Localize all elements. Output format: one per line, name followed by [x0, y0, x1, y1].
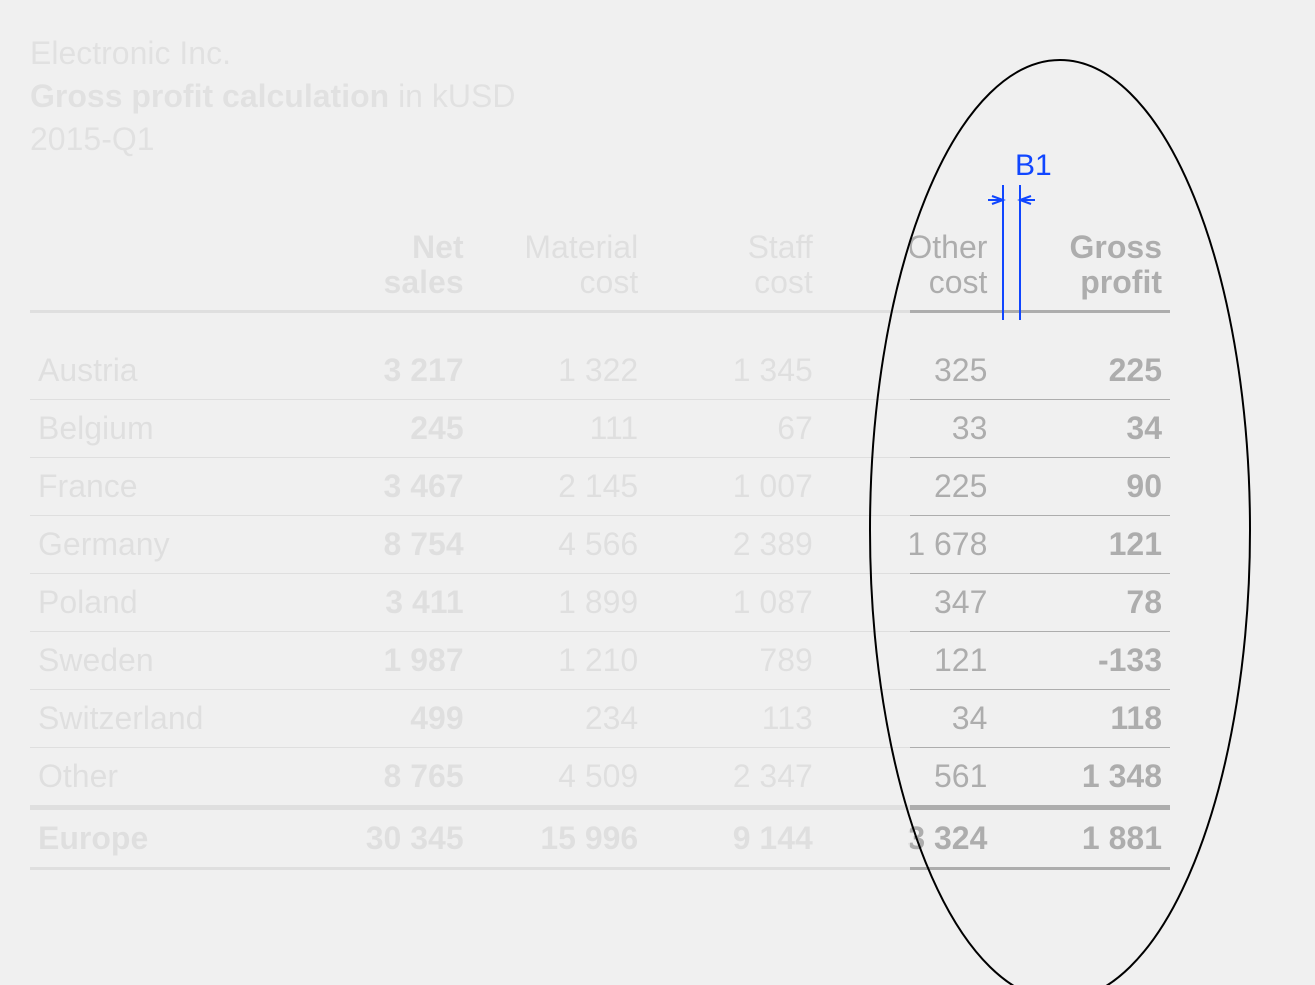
cell-net: 245 [297, 399, 472, 457]
cell-staff: 1 345 [646, 342, 821, 400]
cell-staff: 1 087 [646, 573, 821, 631]
cell-net: 1 987 [297, 631, 472, 689]
cell-net: 8 754 [297, 515, 472, 573]
row-label: Austria [30, 342, 297, 400]
title-block: Electronic Inc. Gross profit calculation… [30, 32, 515, 162]
cell-net: 3 467 [297, 457, 472, 515]
table-row: Belgium 245 111 67 33 34 [30, 399, 1170, 457]
company-name: Electronic Inc. [30, 32, 515, 75]
cell-gp: -133 [995, 631, 1170, 689]
total-staff: 9 144 [646, 807, 821, 868]
header-blank [30, 220, 297, 312]
cell-gp: 78 [995, 573, 1170, 631]
cell-other: 225 [821, 457, 996, 515]
total-mat: 15 996 [472, 807, 647, 868]
cell-gp: 121 [995, 515, 1170, 573]
cell-other: 561 [821, 747, 996, 807]
cell-staff: 2 389 [646, 515, 821, 573]
report-title-unit: in kUSD [389, 78, 515, 114]
profit-table: Netsales Materialcost Staffcost Othercos… [30, 220, 1170, 870]
cell-mat: 111 [472, 399, 647, 457]
row-label: France [30, 457, 297, 515]
header-other-cost: Othercost [821, 220, 996, 312]
row-label: Switzerland [30, 689, 297, 747]
row-label: Belgium [30, 399, 297, 457]
table-row: Other 8 765 4 509 2 347 561 1 348 [30, 747, 1170, 807]
report-period: 2015-Q1 [30, 118, 515, 161]
cell-staff: 1 007 [646, 457, 821, 515]
cell-staff: 113 [646, 689, 821, 747]
cell-mat: 1 322 [472, 342, 647, 400]
cell-staff: 2 347 [646, 747, 821, 807]
cell-other: 33 [821, 399, 996, 457]
cell-other: 34 [821, 689, 996, 747]
table-body: Austria 3 217 1 322 1 345 325 225 Belgiu… [30, 312, 1170, 869]
table-row: France 3 467 2 145 1 007 225 90 [30, 457, 1170, 515]
header-row: Netsales Materialcost Staffcost Othercos… [30, 220, 1170, 312]
cell-mat: 2 145 [472, 457, 647, 515]
page: Electronic Inc. Gross profit calculation… [0, 0, 1315, 985]
cell-net: 8 765 [297, 747, 472, 807]
header-staff-cost: Staffcost [646, 220, 821, 312]
total-label: Europe [30, 807, 297, 868]
row-label: Sweden [30, 631, 297, 689]
annotation-b1-label: B1 [1015, 149, 1052, 182]
total-gp: 1 881 [995, 807, 1170, 868]
cell-other: 347 [821, 573, 996, 631]
row-label: Germany [30, 515, 297, 573]
table-row: Germany 8 754 4 566 2 389 1 678 121 [30, 515, 1170, 573]
table-row: Austria 3 217 1 322 1 345 325 225 [30, 342, 1170, 400]
header-gross-profit: Grossprofit [995, 220, 1170, 312]
cell-mat: 234 [472, 689, 647, 747]
cell-mat: 1 210 [472, 631, 647, 689]
table-row: Poland 3 411 1 899 1 087 347 78 [30, 573, 1170, 631]
cell-gp: 90 [995, 457, 1170, 515]
report-title-bold: Gross profit calculation [30, 78, 389, 114]
cell-staff: 789 [646, 631, 821, 689]
cell-mat: 4 566 [472, 515, 647, 573]
header-material-cost: Materialcost [472, 220, 647, 312]
cell-mat: 4 509 [472, 747, 647, 807]
cell-net: 3 217 [297, 342, 472, 400]
table-row: Sweden 1 987 1 210 789 121 -133 [30, 631, 1170, 689]
cell-net: 499 [297, 689, 472, 747]
cell-mat: 1 899 [472, 573, 647, 631]
total-net: 30 345 [297, 807, 472, 868]
cell-other: 121 [821, 631, 996, 689]
cell-staff: 67 [646, 399, 821, 457]
cell-gp: 34 [995, 399, 1170, 457]
report-title: Gross profit calculation in kUSD [30, 75, 515, 118]
cell-gp: 1 348 [995, 747, 1170, 807]
cell-gp: 118 [995, 689, 1170, 747]
total-other: 3 324 [821, 807, 996, 868]
table-row: Switzerland 499 234 113 34 118 [30, 689, 1170, 747]
cell-net: 3 411 [297, 573, 472, 631]
row-label: Other [30, 747, 297, 807]
cell-gp: 225 [995, 342, 1170, 400]
cell-other: 1 678 [821, 515, 996, 573]
header-net-sales: Netsales [297, 220, 472, 312]
table-total-row: Europe 30 345 15 996 9 144 3 324 1 881 [30, 807, 1170, 868]
cell-other: 325 [821, 342, 996, 400]
row-label: Poland [30, 573, 297, 631]
